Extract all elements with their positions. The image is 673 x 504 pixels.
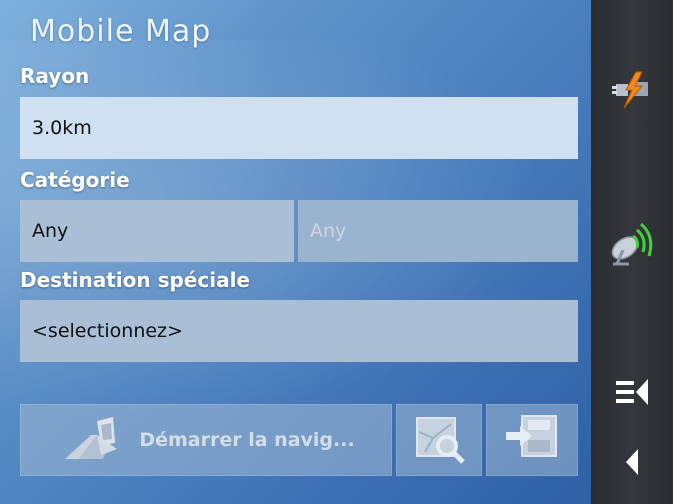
- sidebar: [591, 0, 673, 504]
- menu-icon: [614, 377, 650, 411]
- radius-label: Rayon: [20, 64, 90, 88]
- subcategory-value: Any: [310, 220, 347, 242]
- menu-button[interactable]: [591, 376, 673, 412]
- category-value: Any: [32, 220, 69, 242]
- subcategory-select: Any: [298, 200, 578, 262]
- satellite-dish-icon: [607, 218, 657, 272]
- start-navigation-label: Démarrer la navig...: [139, 429, 355, 451]
- gps-status-button[interactable]: [591, 218, 673, 272]
- save-destination-button[interactable]: [486, 404, 578, 476]
- power-connector-icon: [610, 70, 654, 114]
- power-connector-button[interactable]: [591, 70, 673, 114]
- app-title: Mobile Map: [30, 14, 212, 49]
- poi-select[interactable]: <selectionnez>: [20, 300, 578, 362]
- start-navigation-button[interactable]: Démarrer la navig...: [20, 404, 392, 476]
- radius-value: 3.0km: [32, 117, 92, 139]
- save-disk-icon: [502, 412, 562, 468]
- map-search-button[interactable]: [396, 404, 482, 476]
- main-panel: Mobile Map Rayon 3.0km Catégorie Any Any…: [0, 0, 591, 504]
- navigation-road-icon: [57, 415, 129, 465]
- category-label: Catégorie: [20, 168, 130, 192]
- poi-value: <selectionnez>: [32, 320, 183, 342]
- back-icon: [622, 447, 642, 481]
- poi-label: Destination spéciale: [20, 268, 250, 292]
- radius-field[interactable]: 3.0km: [20, 97, 578, 159]
- map-search-icon: [411, 412, 467, 468]
- back-button[interactable]: [591, 446, 673, 482]
- category-select[interactable]: Any: [20, 200, 294, 262]
